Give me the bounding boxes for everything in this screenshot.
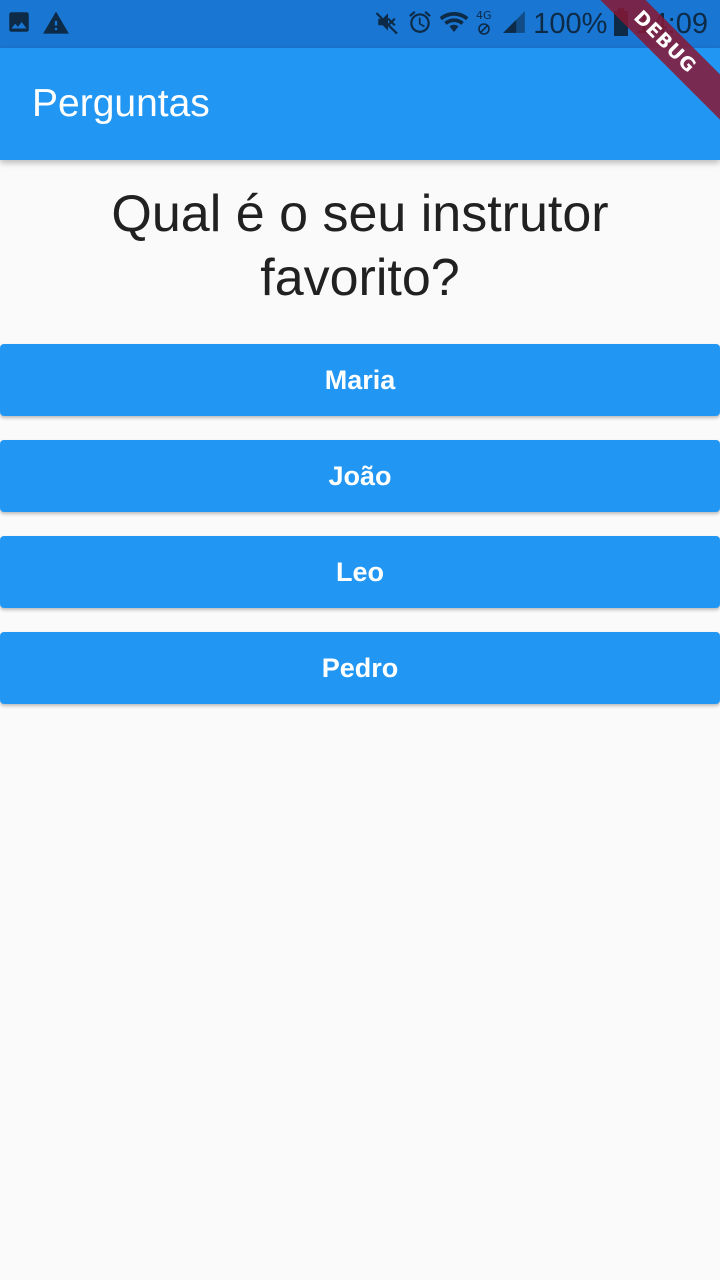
- status-left-icons: [6, 10, 70, 38]
- svg-text:4G: 4G: [476, 9, 492, 22]
- status-bar: 4G 100% 14:09: [0, 0, 720, 48]
- wifi-icon: [439, 9, 469, 40]
- answer-button-maria[interactable]: Maria: [0, 344, 720, 416]
- mute-icon: [375, 9, 401, 40]
- question-text: Qual é o seu instrutor favorito?: [111, 185, 609, 307]
- alarm-icon: [407, 9, 433, 40]
- signal-icon: [501, 9, 527, 40]
- warning-icon: [42, 9, 70, 40]
- status-right-icons: 4G 100% 14:09: [375, 6, 708, 42]
- app-bar-title: Perguntas: [32, 82, 210, 125]
- image-icon: [6, 9, 32, 40]
- battery-percent: 100%: [533, 8, 608, 40]
- status-time: 14:09: [635, 8, 708, 40]
- answer-button-pedro[interactable]: Pedro: [0, 632, 720, 704]
- answer-button-joao[interactable]: João: [0, 440, 720, 512]
- battery-icon: [613, 7, 629, 41]
- network-4g-icon: 4G: [475, 7, 495, 42]
- answer-button-leo[interactable]: Leo: [0, 536, 720, 608]
- app-bar: Perguntas: [0, 48, 720, 160]
- answer-list: Maria João Leo Pedro: [0, 344, 720, 728]
